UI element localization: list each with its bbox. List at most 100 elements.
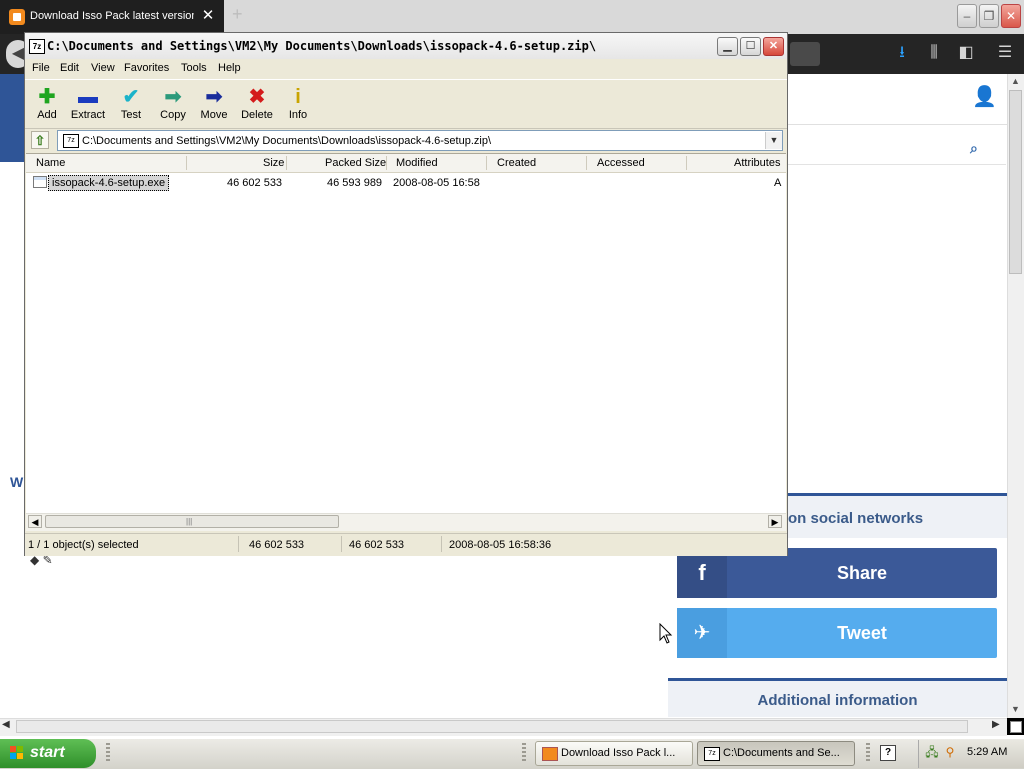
scroll-right-arrow-icon[interactable]: ▶ bbox=[768, 515, 782, 528]
menu-file[interactable]: File bbox=[32, 62, 50, 74]
scroll-up-arrow-icon[interactable]: ▲ bbox=[1009, 76, 1022, 86]
scroll-left-arrow-icon[interactable]: ◀ bbox=[28, 515, 42, 528]
delete-icon: ✖ bbox=[248, 86, 266, 108]
folder-up-icon[interactable]: ⇧ bbox=[31, 131, 49, 149]
status-bar bbox=[25, 533, 787, 556]
sidebar-icon[interactable]: ◧ bbox=[955, 42, 977, 64]
menu-help[interactable]: Help bbox=[218, 62, 241, 74]
chevron-down-icon[interactable]: ▼ bbox=[765, 132, 782, 149]
add-label: Add bbox=[37, 109, 57, 121]
hamburger-menu-icon[interactable]: ☰ bbox=[994, 42, 1016, 64]
minimize-button[interactable]: ▁ bbox=[717, 37, 738, 56]
browser-close-button[interactable]: ✕ bbox=[1001, 4, 1021, 28]
status-separator bbox=[441, 536, 442, 552]
maximize-button[interactable]: ☐ bbox=[740, 37, 761, 56]
delete-button[interactable]: ✖ Delete bbox=[236, 85, 278, 125]
column-header-modified[interactable]: Modified bbox=[396, 157, 438, 169]
taskbar-button-label: Download Isso Pack l... bbox=[561, 747, 676, 759]
delete-label: Delete bbox=[241, 109, 273, 121]
user-account-icon[interactable]: 👤 bbox=[972, 86, 997, 108]
column-separator[interactable] bbox=[486, 156, 487, 170]
status-size: 46 602 533 bbox=[249, 539, 305, 551]
search-icon[interactable]: ⌕ bbox=[970, 140, 988, 158]
file-packed-size-cell: 46 593 989 bbox=[327, 177, 383, 189]
file-list[interactable] bbox=[26, 153, 786, 516]
column-separator[interactable] bbox=[386, 156, 387, 170]
move-button[interactable]: ➡ Move bbox=[193, 85, 235, 125]
test-label: Test bbox=[120, 109, 142, 121]
extract-label: Extract bbox=[70, 109, 106, 121]
network-tray-icon[interactable]: 🖧 bbox=[925, 745, 939, 759]
browser-tab-title: Download Isso Pack latest version bbox=[30, 10, 194, 22]
info-button[interactable]: i Info bbox=[277, 85, 319, 125]
system-clock[interactable]: 5:29 AM bbox=[967, 746, 1007, 758]
status-selection: 1 / 1 object(s) selected bbox=[28, 539, 139, 551]
archive-icon: 7z bbox=[63, 134, 79, 148]
new-tab-button[interactable]: + bbox=[232, 4, 248, 24]
scroll-down-arrow-icon[interactable]: ▼ bbox=[1009, 704, 1022, 714]
taskbar-button-browser[interactable]: Download Isso Pack l... bbox=[535, 741, 693, 766]
column-header-created[interactable]: Created bbox=[497, 157, 536, 169]
test-icon: ✔ bbox=[122, 86, 140, 108]
file-name-cell[interactable]: issopack-4.6-setup.exe bbox=[48, 175, 170, 191]
info-icon: i bbox=[295, 86, 301, 108]
mouse-pointer-icon bbox=[659, 623, 673, 644]
scroll-right-arrow-icon[interactable]: ▶ bbox=[992, 719, 1004, 730]
column-header-name[interactable]: Name bbox=[36, 157, 65, 169]
library-icon[interactable]: ⫼ bbox=[923, 42, 945, 64]
column-separator[interactable] bbox=[186, 156, 187, 170]
close-button[interactable]: ✕ bbox=[763, 37, 784, 56]
add-button[interactable]: ✚ Add bbox=[26, 85, 68, 125]
taskbar-grip[interactable] bbox=[866, 743, 870, 763]
column-header-size[interactable]: Size bbox=[263, 157, 284, 169]
menu-favorites[interactable]: Favorites bbox=[124, 62, 169, 74]
extract-button[interactable]: ▬ Extract bbox=[67, 85, 109, 125]
7zip-app-icon: 7z bbox=[704, 747, 720, 761]
column-separator[interactable] bbox=[686, 156, 687, 170]
taskbar-button-7zip[interactable]: 7z C:\Documents and Se... bbox=[697, 741, 855, 766]
status-separator bbox=[238, 536, 239, 552]
url-bar-fragment[interactable] bbox=[790, 42, 820, 66]
browser-minimize-button[interactable]: – bbox=[957, 4, 977, 28]
7zip-app-icon: 7z bbox=[29, 39, 45, 54]
tweet-label: Tweet bbox=[837, 623, 887, 643]
test-button[interactable]: ✔ Test bbox=[110, 85, 152, 125]
column-separator[interactable] bbox=[586, 156, 587, 170]
copy-label: Copy bbox=[160, 109, 186, 121]
taskbar-grip[interactable] bbox=[522, 743, 526, 763]
help-quicklaunch-icon[interactable]: ? bbox=[880, 745, 896, 761]
browser-restore-button[interactable]: ❐ bbox=[979, 4, 999, 28]
column-header-accessed[interactable]: Accessed bbox=[597, 157, 645, 169]
status-packed-size: 46 602 533 bbox=[349, 539, 405, 551]
file-size-cell: 46 602 533 bbox=[227, 177, 283, 189]
scroll-left-arrow-icon[interactable]: ◀ bbox=[2, 719, 14, 730]
page-vertical-scroll-thumb[interactable] bbox=[1009, 90, 1022, 274]
search-tray-icon[interactable]: ⚲ bbox=[943, 745, 957, 759]
extract-icon: ▬ bbox=[78, 86, 98, 108]
info-label: Info bbox=[288, 109, 308, 121]
browser-tab-active[interactable]: Download Isso Pack latest version ✕ bbox=[0, 0, 224, 34]
additional-info-heading: Additional information bbox=[757, 692, 918, 709]
menu-tools[interactable]: Tools bbox=[181, 62, 207, 74]
copy-button[interactable]: ➡ Copy bbox=[152, 85, 194, 125]
menu-edit[interactable]: Edit bbox=[60, 62, 79, 74]
site-favicon-icon bbox=[9, 9, 25, 25]
scroll-grip-icon: ||| bbox=[186, 517, 193, 526]
start-label: start bbox=[30, 744, 65, 761]
column-header-packed-size[interactable]: Packed Size bbox=[325, 157, 386, 169]
7zip-file-manager-window: 7z C:\Documents and Settings\VM2\My Docu… bbox=[24, 32, 788, 556]
download-icon[interactable]: ⭳ bbox=[891, 42, 913, 64]
twitter-tweet-button[interactable]: ✈ Tweet bbox=[677, 608, 997, 658]
column-header-attributes[interactable]: Attributes bbox=[734, 157, 780, 169]
tab-close-icon[interactable]: ✕ bbox=[199, 7, 217, 25]
column-separator[interactable] bbox=[286, 156, 287, 170]
taskbar-button-label: C:\Documents and Se... bbox=[723, 747, 840, 759]
windows-logo-icon bbox=[10, 746, 24, 760]
taskbar-grip[interactable] bbox=[106, 743, 110, 763]
firefox-icon bbox=[542, 747, 558, 761]
page-horizontal-scroll-thumb[interactable] bbox=[16, 720, 968, 733]
twitter-bird-icon: ✈ bbox=[677, 608, 727, 658]
menu-view[interactable]: View bbox=[91, 62, 115, 74]
status-separator bbox=[341, 536, 342, 552]
site-logo-strip bbox=[0, 74, 24, 162]
